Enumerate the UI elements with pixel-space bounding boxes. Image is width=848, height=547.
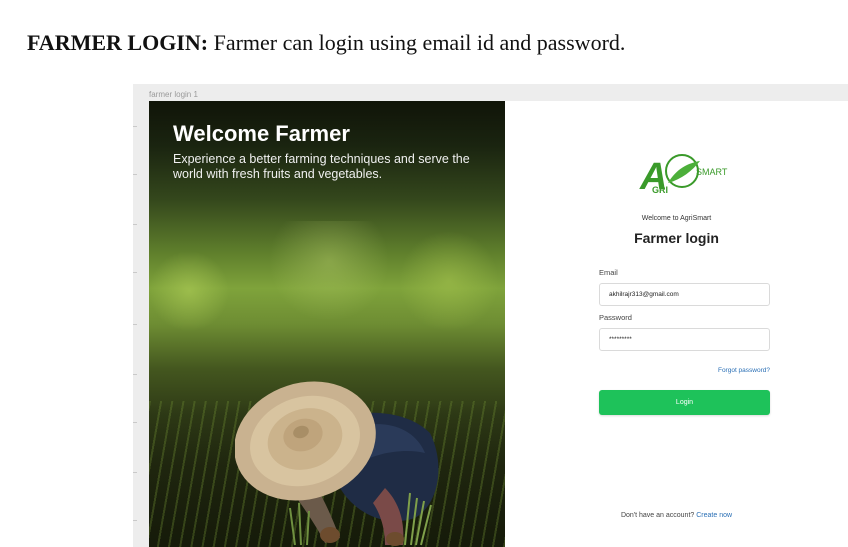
password-label: Password: [599, 313, 632, 322]
hero-panel: Welcome Farmer Experience a better farmi…: [149, 101, 505, 547]
farmer-photo: [235, 381, 439, 546]
password-field[interactable]: [599, 328, 770, 351]
signup-line: Don't have an account? Create now: [505, 512, 848, 519]
ruler-tick: [133, 520, 137, 521]
login-heading: Farmer login: [634, 230, 719, 246]
signup-prompt: Don't have an account?: [620, 512, 695, 519]
caption-heading: FARMER LOGIN:: [27, 30, 209, 55]
frame-ruler: [133, 84, 143, 547]
email-field[interactable]: [599, 283, 770, 306]
ruler-tick: [133, 422, 137, 423]
login-screen: Welcome Farmer Experience a better farmi…: [149, 101, 848, 547]
ruler-tick: [133, 126, 137, 127]
ruler-tick: [133, 174, 137, 175]
login-button[interactable]: Login: [599, 390, 770, 415]
frame-label: farmer login 1: [149, 90, 198, 99]
hero-subtitle: Experience a better farming techniques a…: [173, 152, 470, 181]
logo-text-gri: GRI: [652, 185, 668, 195]
ruler-tick: [133, 472, 137, 473]
create-account-link[interactable]: Create now: [696, 512, 732, 519]
login-panel: A SMART GRI Welcome to AgriSmart Farmer …: [505, 101, 848, 547]
design-frame: farmer login 1 Welcome Farmer Experience…: [133, 84, 848, 547]
ruler-tick: [133, 272, 137, 273]
ruler-tick: [133, 374, 137, 375]
logo-text-smart: SMART: [696, 167, 728, 177]
hero-title: Welcome Farmer: [173, 121, 350, 146]
forgot-password-link[interactable]: Forgot password?: [718, 367, 770, 374]
welcome-text: Welcome to AgriSmart: [641, 215, 712, 222]
ruler-tick: [133, 224, 137, 225]
caption-text: Farmer can login using email id and pass…: [208, 30, 626, 55]
agrismart-logo: A SMART GRI: [639, 154, 728, 197]
email-label: Email: [599, 268, 618, 277]
ruler-tick: [133, 324, 137, 325]
document-caption: FARMER LOGIN: Farmer can login using ema…: [27, 30, 625, 56]
